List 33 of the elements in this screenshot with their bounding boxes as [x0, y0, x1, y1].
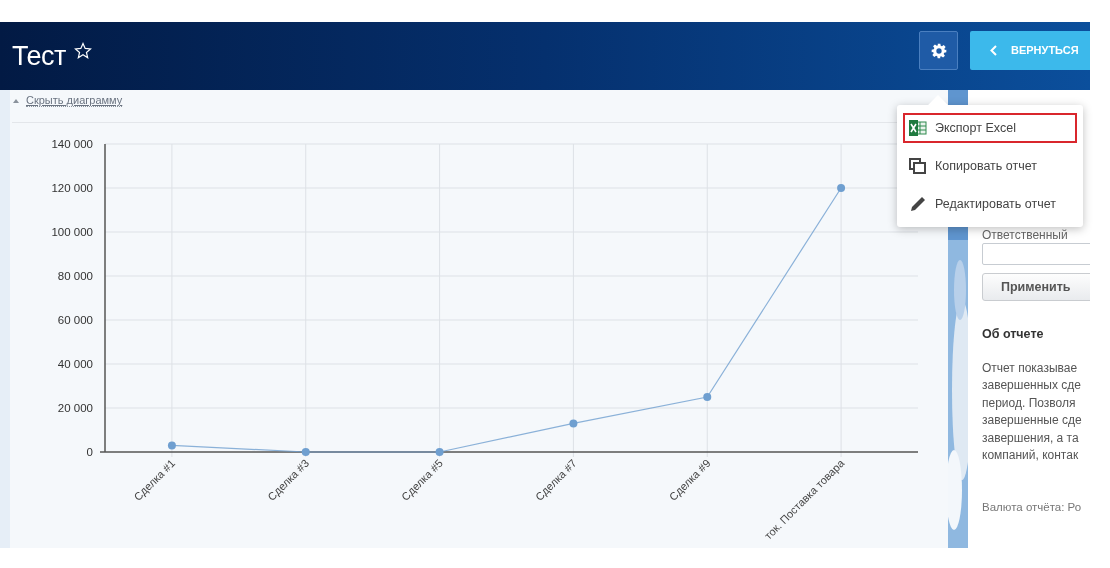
responsible-field[interactable]: [982, 243, 1090, 265]
data-point: [301, 448, 310, 456]
excel-icon: [909, 120, 927, 136]
star-icon[interactable]: [73, 42, 92, 60]
hide-chart-link[interactable]: Скрыть диаграмму: [26, 94, 123, 107]
settings-icon: [930, 42, 947, 59]
data-point: [569, 419, 578, 428]
data-point: [167, 441, 176, 450]
copy-icon: [909, 158, 927, 174]
axis-tick-label: 0: [86, 446, 93, 458]
apply-button[interactable]: Применить: [982, 273, 1090, 301]
data-point: [837, 184, 846, 192]
caret-up-icon: [13, 98, 19, 103]
page-title: Тест: [12, 40, 66, 73]
pencil-icon: [909, 196, 927, 212]
data-point: [435, 448, 444, 456]
axis-tick-label: 20 000: [57, 402, 93, 414]
data-point: [703, 393, 712, 401]
currency-text: Валюта отчёта: Ро: [982, 499, 1083, 515]
menu-item[interactable]: Редактировать отчет: [903, 189, 1077, 219]
menu-item[interactable]: Экспорт Excel: [903, 113, 1077, 143]
axis-tick-label: 60 000: [57, 314, 93, 326]
axis-tick-label: 120 000: [51, 182, 93, 194]
axis-tick-label: 140 000: [51, 138, 93, 150]
axis-tick-label: 40 000: [57, 358, 93, 370]
section-title: Об отчете: [982, 326, 1045, 343]
field-label: Ответственный: [982, 228, 1069, 242]
axis-tick-label: 100 000: [51, 226, 93, 238]
menu-item[interactable]: Копировать отчет: [903, 151, 1077, 181]
chevron-left-icon: [990, 45, 997, 56]
settings-button[interactable]: [919, 31, 958, 70]
axis-tick-label: 80 000: [57, 270, 93, 282]
description-paragraph: Отчет показывае завершенных сде период. Позволя завершенные сде завершения, а та компаний, контак: [982, 359, 1083, 465]
